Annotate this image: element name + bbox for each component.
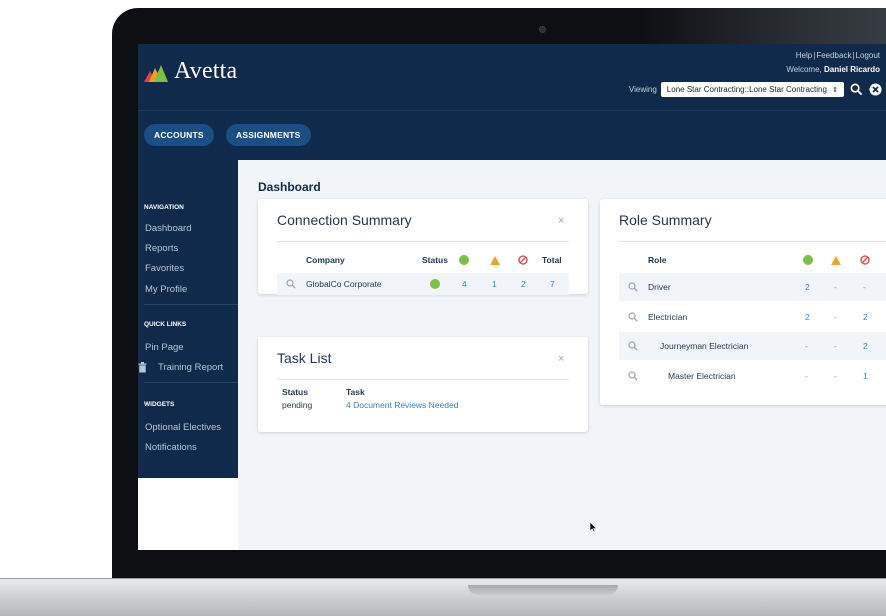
red-count: - <box>863 282 866 292</box>
blocked-status-icon <box>518 255 528 265</box>
page-title: Dashboard <box>258 180 321 194</box>
viewing-account-select[interactable]: Lone Star Contracting::Lone Star Contrac… <box>660 82 844 97</box>
widgets-heading: WIDGETS <box>144 401 175 408</box>
sidebar: NAVIGATION Dashboard Reports Favorites M… <box>138 160 238 478</box>
search-icon[interactable] <box>850 83 863 96</box>
sidebar-item-pin-page[interactable]: Pin Page <box>145 342 184 353</box>
card-title: Role Summary <box>619 212 712 228</box>
green-status-icon <box>803 255 813 265</box>
role-name: Electrician <box>648 312 688 322</box>
sidebar-divider <box>144 304 238 305</box>
help-link[interactable]: Help <box>796 51 812 60</box>
red-count-link[interactable]: 2 <box>863 312 868 322</box>
avetta-logo-icon <box>144 64 168 82</box>
task-status: pending <box>282 400 313 410</box>
green-status-icon <box>430 279 440 289</box>
search-icon[interactable] <box>628 312 638 322</box>
webcam <box>539 26 546 33</box>
viewing-label: Viewing <box>628 85 657 94</box>
clear-icon[interactable] <box>869 83 882 96</box>
brand-logo[interactable]: Avetta <box>144 58 237 85</box>
viewing-select-value: Lone Star Contracting::Lone Star Contrac… <box>666 85 827 94</box>
green-count-link[interactable]: 4 <box>462 279 467 289</box>
card-divider <box>277 241 569 242</box>
sidebar-divider <box>144 382 238 383</box>
role-name: Driver <box>648 282 671 292</box>
select-caret-icon: ⇕ <box>832 87 838 94</box>
green-count-link[interactable]: 2 <box>805 312 810 322</box>
user-name: Daniel Ricardo <box>823 65 880 74</box>
sidebar-item-notifications[interactable]: Notifications <box>145 442 197 453</box>
role-name: Master Electrician <box>668 371 736 381</box>
sidebar-item-my-profile[interactable]: My Profile <box>145 284 187 295</box>
sidebar-item-training-report[interactable]: Training Report <box>158 362 223 373</box>
card-title: Connection Summary <box>277 212 412 228</box>
accounts-button[interactable]: ACCOUNTS <box>144 124 214 146</box>
trash-icon[interactable] <box>138 362 147 373</box>
card-title: Task List <box>277 350 332 366</box>
green-count: - <box>805 371 808 381</box>
sidebar-item-reports[interactable]: Reports <box>145 243 178 254</box>
orange-count: - <box>834 371 837 381</box>
green-count: - <box>805 341 808 351</box>
connection-summary-card: Connection Summary × Company Status Tota… <box>258 199 588 295</box>
column-header-status: Status <box>282 387 308 397</box>
assignments-button[interactable]: ASSIGNMENTS <box>226 124 311 146</box>
app-header: Avetta Help|Feedback|Logout Welcome, Dan… <box>138 44 886 110</box>
navigation-heading: NAVIGATION <box>144 204 184 211</box>
total-count-link[interactable]: 7 <box>550 279 555 289</box>
sidebar-item-optional-electives[interactable]: Optional Electives <box>145 422 221 433</box>
main-nav: ACCOUNTS ASSIGNMENTS <box>138 110 886 160</box>
role-name: Journeyman Electrician <box>660 341 749 351</box>
green-status-icon <box>459 255 469 265</box>
column-header-status: Status <box>422 255 448 265</box>
main-content: Dashboard Connection Summary × Company S… <box>238 160 886 550</box>
sidebar-item-favorites[interactable]: Favorites <box>145 263 184 274</box>
welcome-prefix: Welcome, <box>786 65 822 74</box>
close-icon[interactable]: × <box>558 353 564 365</box>
orange-count: - <box>834 312 837 322</box>
orange-count-link[interactable]: 1 <box>492 279 497 289</box>
mouse-cursor-icon <box>590 522 597 532</box>
task-list-card: Task List × Status Task pending 4 Docume… <box>258 337 588 432</box>
quick-links-heading: QUICK LINKS <box>144 321 187 328</box>
blocked-status-icon <box>860 255 870 265</box>
orange-count: - <box>834 282 837 292</box>
top-links: Help|Feedback|Logout Welcome, Daniel Ric… <box>786 49 880 77</box>
role-summary-card: Role Summary Role Driver 2 - - Electrici… <box>600 199 886 405</box>
card-divider <box>619 241 886 242</box>
red-count-link[interactable]: 2 <box>521 279 526 289</box>
sidebar-item-dashboard[interactable]: Dashboard <box>145 223 191 234</box>
laptop-notch <box>468 585 618 595</box>
column-header-task: Task <box>346 387 365 397</box>
search-icon[interactable] <box>286 279 296 289</box>
warning-status-icon <box>490 256 500 265</box>
column-header-company: Company <box>306 255 345 265</box>
card-divider <box>277 379 569 380</box>
welcome-text: Welcome, Daniel Ricardo <box>786 63 880 77</box>
brand-name: Avetta <box>174 58 238 84</box>
feedback-link[interactable]: Feedback <box>816 51 851 60</box>
green-count-link[interactable]: 2 <box>805 282 810 292</box>
column-header-role: Role <box>648 255 667 265</box>
column-header-total: Total <box>542 255 562 265</box>
red-count-link[interactable]: 1 <box>863 371 868 381</box>
company-name: GlobalCo Corporate <box>306 279 382 289</box>
search-icon[interactable] <box>628 282 638 292</box>
laptop-base <box>0 578 886 616</box>
search-icon[interactable] <box>628 341 638 351</box>
search-icon[interactable] <box>628 371 638 381</box>
task-link[interactable]: 4 Document Reviews Needed <box>346 400 458 410</box>
warning-status-icon <box>831 256 841 265</box>
logout-link[interactable]: Logout <box>856 51 880 60</box>
bezel-reflection <box>640 8 886 48</box>
red-count-link[interactable]: 2 <box>863 341 868 351</box>
app-screen: Avetta Help|Feedback|Logout Welcome, Dan… <box>138 44 886 550</box>
close-icon[interactable]: × <box>558 215 564 227</box>
orange-count: - <box>834 341 837 351</box>
viewing-selector: Viewing Lone Star Contracting::Lone Star… <box>629 82 882 97</box>
